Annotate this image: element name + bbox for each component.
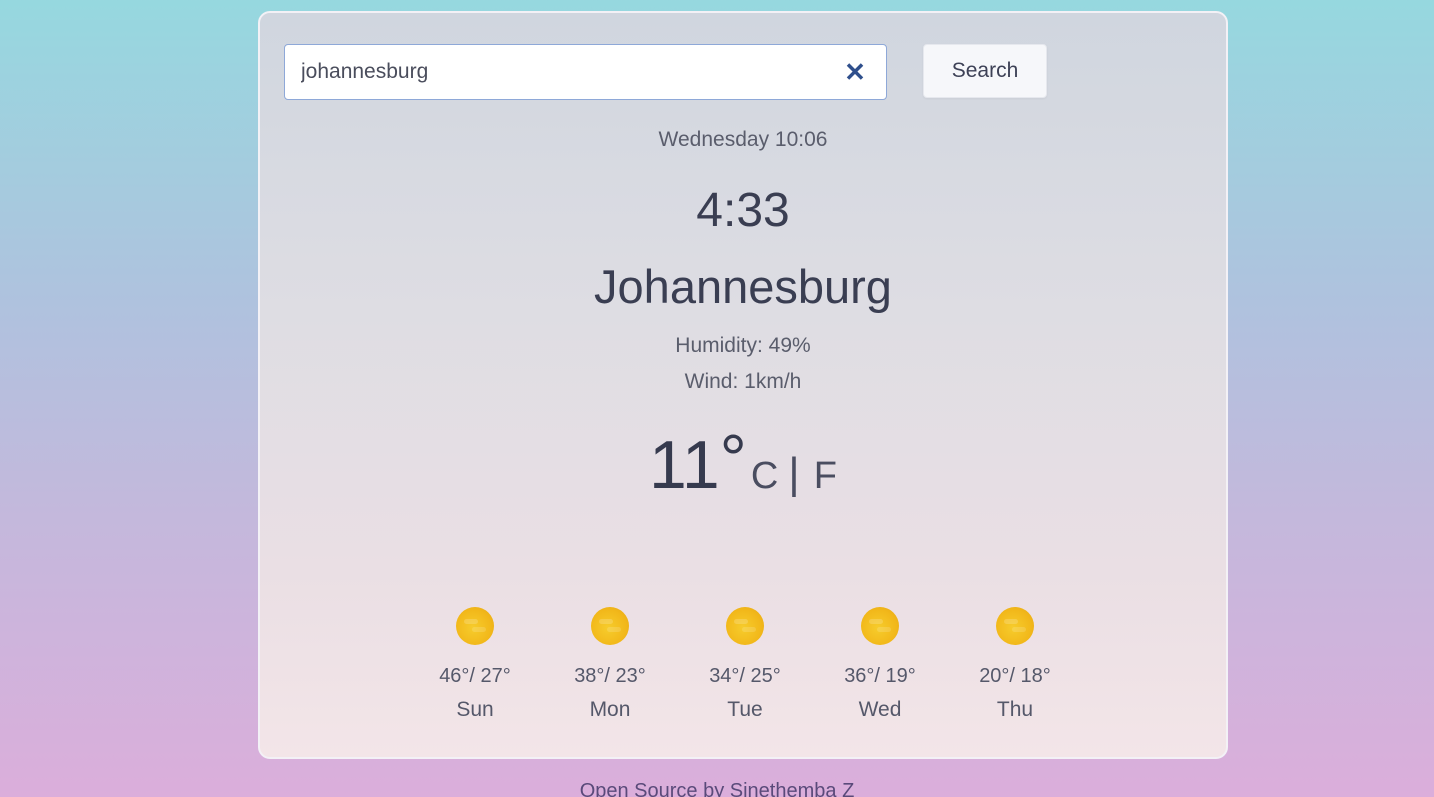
close-icon[interactable]: ✕ (842, 57, 868, 87)
forecast-temps: 46°/ 27° (439, 665, 511, 687)
wind: Wind: 1km/h (684, 370, 802, 393)
forecast: 46°/ 27° Sun 38°/ 23° Mon 34°/ 25° Tue 3… (415, 607, 1090, 737)
weather-card: ✕ Search Wednesday 10:06 4:33 Johannesbu… (258, 11, 1228, 759)
forecast-day: 38°/ 23° Mon (550, 607, 670, 722)
forecast-day-name: Sun (456, 698, 494, 721)
degree-symbol: ° (719, 421, 747, 497)
forecast-day-name: Wed (858, 698, 902, 721)
celsius-link[interactable]: C (751, 455, 778, 498)
forecast-temps: 36°/ 19° (844, 665, 916, 687)
temperature-row: 11 ° C | F (260, 425, 1226, 503)
footer-link[interactable]: Open Source by Sinethemba Z (0, 780, 1434, 797)
sun-icon (456, 607, 494, 645)
forecast-temps: 38°/ 23° (574, 665, 646, 687)
search-input[interactable] (301, 57, 821, 87)
forecast-temps: 34°/ 25° (709, 665, 781, 687)
forecast-temps: 20°/ 18° (979, 665, 1051, 687)
search-button[interactable]: Search (923, 44, 1047, 98)
humidity: Humidity: 49% (675, 334, 811, 357)
forecast-day: 36°/ 19° Wed (820, 607, 940, 722)
fahrenheit-link[interactable]: F (814, 455, 837, 498)
current-time: 4:33 (696, 184, 790, 237)
sun-icon (861, 607, 899, 645)
sun-icon (726, 607, 764, 645)
forecast-day-name: Tue (727, 698, 763, 721)
search-row: ✕ Search (284, 44, 1047, 100)
sun-icon (591, 607, 629, 645)
forecast-day: 20°/ 18° Thu (955, 607, 1075, 722)
sun-icon (996, 607, 1034, 645)
current-datetime: Wednesday 10:06 (658, 128, 828, 151)
unit-separator: | (788, 449, 800, 498)
forecast-day-name: Thu (996, 698, 1034, 721)
forecast-day: 34°/ 25° Tue (685, 607, 805, 722)
temperature-value: 11 (649, 427, 720, 503)
city-name: Johannesburg (594, 260, 892, 313)
forecast-day-name: Mon (589, 698, 631, 721)
search-field[interactable]: ✕ (284, 44, 887, 100)
forecast-day: 46°/ 27° Sun (415, 607, 535, 722)
